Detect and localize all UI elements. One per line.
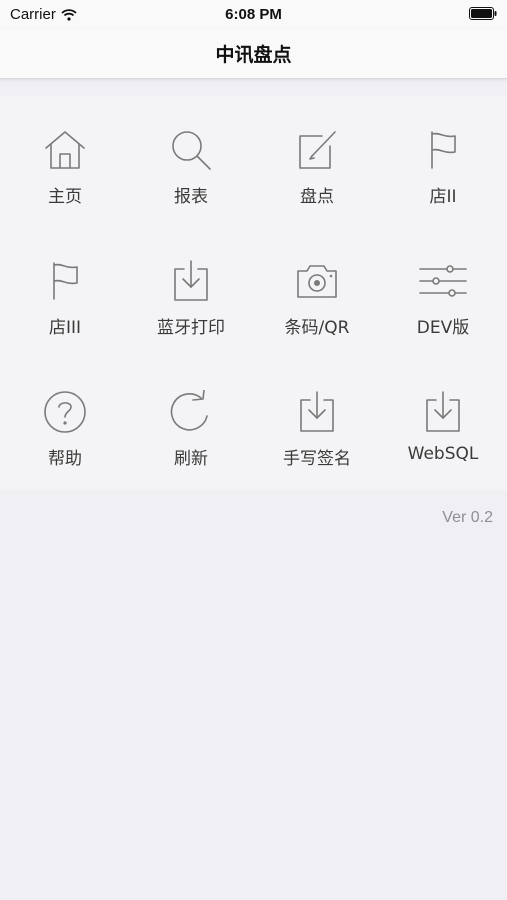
menu-item-inventory[interactable]: 盘点 xyxy=(254,96,380,226)
download-icon xyxy=(292,390,342,434)
flag-icon xyxy=(418,128,468,172)
menu-item-home[interactable]: 主页 xyxy=(2,96,128,226)
menu-item-label: 盘点 xyxy=(300,187,334,207)
menu-item-report[interactable]: 报表 xyxy=(128,96,254,226)
page-title: 中讯盘点 xyxy=(215,44,292,66)
status-bar: Carrier 6:08 PM xyxy=(0,0,507,28)
menu-item-label: 店II xyxy=(429,187,457,207)
menu-item-label: WebSQL xyxy=(407,444,479,464)
download-icon xyxy=(166,259,216,303)
navigation-bar: 中讯盘点 xyxy=(0,28,507,79)
menu-item-label: 蓝牙打印 xyxy=(157,318,225,338)
menu-item-dev[interactable]: DEV版 xyxy=(380,227,506,357)
menu-item-barcode-qr[interactable]: 条码/QR xyxy=(254,227,380,357)
menu-item-label: 手写签名 xyxy=(283,449,351,469)
help-icon xyxy=(40,390,90,434)
flag-icon xyxy=(40,259,90,303)
menu-item-label: 店III xyxy=(48,318,82,338)
menu-item-label: 条码/QR xyxy=(284,318,350,338)
menu-item-help[interactable]: 帮助 xyxy=(2,358,128,488)
menu-item-label: 刷新 xyxy=(174,449,208,469)
menu-item-store-2[interactable]: 店II xyxy=(380,96,506,226)
menu-grid: 主页 报表 盘点 店II 店III 蓝牙打印 条码/QR DEV版 帮助 刷新 … xyxy=(0,96,507,490)
version-label: Ver 0.2 xyxy=(442,509,493,526)
menu-item-label: 报表 xyxy=(174,187,208,207)
menu-item-store-3[interactable]: 店III xyxy=(2,227,128,357)
status-time: 6:08 PM xyxy=(225,6,282,23)
menu-item-bluetooth-print[interactable]: 蓝牙打印 xyxy=(128,227,254,357)
download-icon xyxy=(418,390,468,434)
menu-item-signature[interactable]: 手写签名 xyxy=(254,358,380,488)
menu-item-websql[interactable]: WebSQL xyxy=(380,358,506,488)
menu-item-refresh[interactable]: 刷新 xyxy=(128,358,254,488)
edit-icon xyxy=(292,128,342,172)
battery-icon xyxy=(469,7,497,20)
menu-item-label: 主页 xyxy=(48,187,82,207)
search-icon xyxy=(166,128,216,172)
refresh-icon xyxy=(166,389,216,434)
camera-icon xyxy=(292,259,342,303)
sliders-icon xyxy=(418,259,468,303)
menu-item-label: 帮助 xyxy=(48,449,82,469)
menu-item-label: DEV版 xyxy=(416,318,470,338)
home-icon xyxy=(40,128,90,172)
